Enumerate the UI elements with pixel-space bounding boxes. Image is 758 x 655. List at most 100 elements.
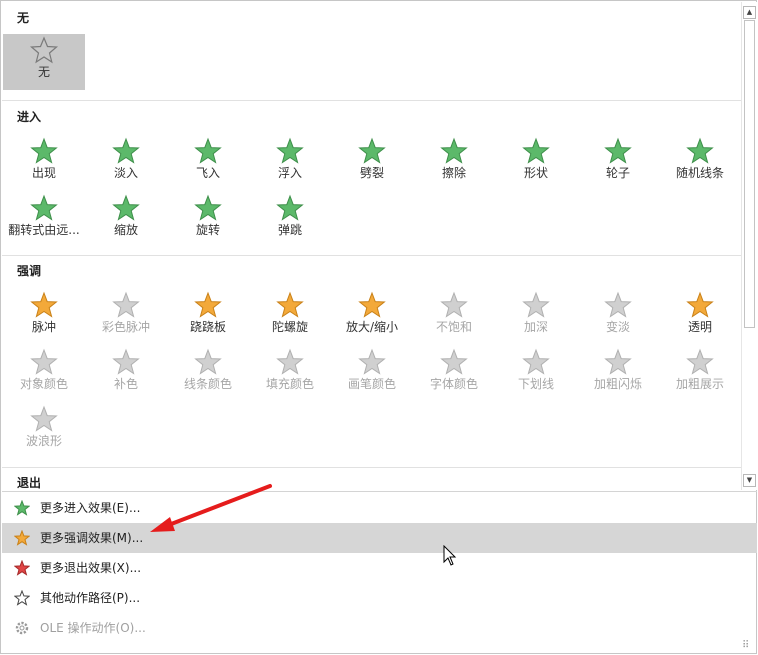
emphasis-effect-12[interactable]: 填充颜色 xyxy=(249,346,331,402)
star-icon xyxy=(686,291,714,318)
star-icon xyxy=(194,348,222,375)
entrance-effect-11[interactable]: 旋转 xyxy=(167,192,249,248)
effect-none[interactable]: 无 xyxy=(3,34,85,90)
emphasis-effect-2[interactable]: 跷跷板 xyxy=(167,289,249,345)
vertical-scrollbar[interactable]: ▲ ▼ xyxy=(741,2,757,490)
animation-effects-dropdown: 无 无 进入 出现 淡入 飞入 浮入 劈裂 擦除 形状 轮子 随机线条翻转式由远... 缩放 旋转 弹… xyxy=(0,0,757,654)
entrance-effect-9[interactable]: 翻转式由远... xyxy=(3,192,85,248)
menu-item-3[interactable]: 其他动作路径(P)... xyxy=(2,583,757,613)
effect-label: 跷跷板 xyxy=(189,320,226,334)
section-none-header: 无 xyxy=(2,7,741,29)
effect-label: 形状 xyxy=(523,166,548,180)
effect-label: 脉冲 xyxy=(31,320,56,334)
effect-label: 轮子 xyxy=(605,166,630,180)
menu-item-4[interactable]: OLE 操作动作(O)... xyxy=(2,613,757,643)
effect-label: 出现 xyxy=(31,166,56,180)
star-icon xyxy=(112,194,140,221)
entrance-effect-6[interactable]: 形状 xyxy=(495,135,577,191)
section-emphasis-header: 强调 xyxy=(2,260,741,282)
star-icon xyxy=(30,194,58,221)
gear-icon xyxy=(15,621,29,635)
star-icon xyxy=(276,137,304,164)
menu-item-1[interactable]: 更多强调效果(M)... xyxy=(2,523,757,553)
effect-label: 下划线 xyxy=(517,377,554,391)
star-icon xyxy=(276,194,304,221)
star-icon xyxy=(30,137,58,164)
star-icon xyxy=(522,348,550,375)
resize-grip-icon[interactable]: ⠿ xyxy=(742,640,749,651)
emphasis-effect-9[interactable]: 对象颜色 xyxy=(3,346,85,402)
effect-label: 字体颜色 xyxy=(429,377,478,391)
effect-label: 加深 xyxy=(523,320,548,334)
entrance-effect-12[interactable]: 弹跳 xyxy=(249,192,331,248)
menu-item-2[interactable]: 更多退出效果(X)... xyxy=(2,553,757,583)
emphasis-effect-8[interactable]: 透明 xyxy=(659,289,741,345)
divider xyxy=(2,467,741,468)
emphasis-effect-4[interactable]: 放大/缩小 xyxy=(331,289,413,345)
path-star-icon xyxy=(14,590,30,606)
emphasis-effect-15[interactable]: 下划线 xyxy=(495,346,577,402)
emphasis-effect-7[interactable]: 变淡 xyxy=(577,289,659,345)
star-icon xyxy=(522,291,550,318)
emphasis-effect-3[interactable]: 陀螺旋 xyxy=(249,289,331,345)
effect-label: 波浪形 xyxy=(25,434,62,448)
emphasis-effect-17[interactable]: 加粗展示 xyxy=(659,346,741,402)
entrance-effect-0[interactable]: 出现 xyxy=(3,135,85,191)
star-icon xyxy=(276,348,304,375)
entrance-effect-2[interactable]: 飞入 xyxy=(167,135,249,191)
menu-item-label: 更多进入效果(E)... xyxy=(40,501,141,515)
entrance-effect-5[interactable]: 擦除 xyxy=(413,135,495,191)
entrance-effect-8[interactable]: 随机线条 xyxy=(659,135,741,191)
emphasis-effect-14[interactable]: 字体颜色 xyxy=(413,346,495,402)
entrance-effect-7[interactable]: 轮子 xyxy=(577,135,659,191)
menu-item-0[interactable]: 更多进入效果(E)... xyxy=(2,493,757,523)
scroll-thumb[interactable] xyxy=(744,20,755,328)
section-entrance-header: 进入 xyxy=(2,106,741,128)
star-icon xyxy=(604,291,632,318)
effects-gallery: 无 无 进入 出现 淡入 飞入 浮入 劈裂 擦除 形状 轮子 随机线条翻转式由远... 缩放 旋转 弹… xyxy=(2,2,741,490)
emphasis-effect-0[interactable]: 脉冲 xyxy=(3,289,85,345)
effect-label: 画笔颜色 xyxy=(347,377,396,391)
emphasis-effect-11[interactable]: 线条颜色 xyxy=(167,346,249,402)
effect-label: 填充颜色 xyxy=(265,377,314,391)
menu-item-label: 其他动作路径(P)... xyxy=(40,591,141,605)
star-icon xyxy=(440,291,468,318)
emphasis-effect-18[interactable]: 波浪形 xyxy=(3,403,85,459)
star-icon xyxy=(686,137,714,164)
effect-label: 补色 xyxy=(113,377,138,391)
star-icon xyxy=(112,291,140,318)
emphasis-effect-13[interactable]: 画笔颜色 xyxy=(331,346,413,402)
star-icon xyxy=(440,137,468,164)
entrance-effect-1[interactable]: 淡入 xyxy=(85,135,167,191)
star-icon xyxy=(440,348,468,375)
entrance-effect-3[interactable]: 浮入 xyxy=(249,135,331,191)
effect-label: 翻转式由远... xyxy=(8,223,80,237)
scroll-up-button[interactable]: ▲ xyxy=(743,6,756,19)
star-icon xyxy=(276,291,304,318)
effect-label: 对象颜色 xyxy=(19,377,68,391)
emphasis-effect-6[interactable]: 加深 xyxy=(495,289,577,345)
effect-label: 旋转 xyxy=(195,223,220,237)
star-icon xyxy=(604,137,632,164)
menu-separator xyxy=(2,491,757,492)
divider xyxy=(2,255,741,256)
emphasis-effect-16[interactable]: 加粗闪烁 xyxy=(577,346,659,402)
entrance-effect-4[interactable]: 劈裂 xyxy=(331,135,413,191)
effect-label: 随机线条 xyxy=(675,166,724,180)
emphasis-effect-1[interactable]: 彩色脉冲 xyxy=(85,289,167,345)
star-icon xyxy=(686,348,714,375)
red-star-icon xyxy=(14,560,30,576)
scroll-down-button[interactable]: ▼ xyxy=(743,474,756,487)
effect-label: 飞入 xyxy=(195,166,220,180)
emphasis-effect-5[interactable]: 不饱和 xyxy=(413,289,495,345)
emphasis-effect-10[interactable]: 补色 xyxy=(85,346,167,402)
star-icon xyxy=(358,348,386,375)
entrance-effect-10[interactable]: 缩放 xyxy=(85,192,167,248)
menu-item-label: 更多强调效果(M)... xyxy=(40,531,144,545)
divider xyxy=(2,100,741,101)
effect-label: 变淡 xyxy=(605,320,630,334)
orange-star-icon xyxy=(14,530,30,546)
menu-item-label: 更多退出效果(X)... xyxy=(40,561,142,575)
effect-label: 弹跳 xyxy=(277,223,302,237)
effect-label: 缩放 xyxy=(113,223,138,237)
